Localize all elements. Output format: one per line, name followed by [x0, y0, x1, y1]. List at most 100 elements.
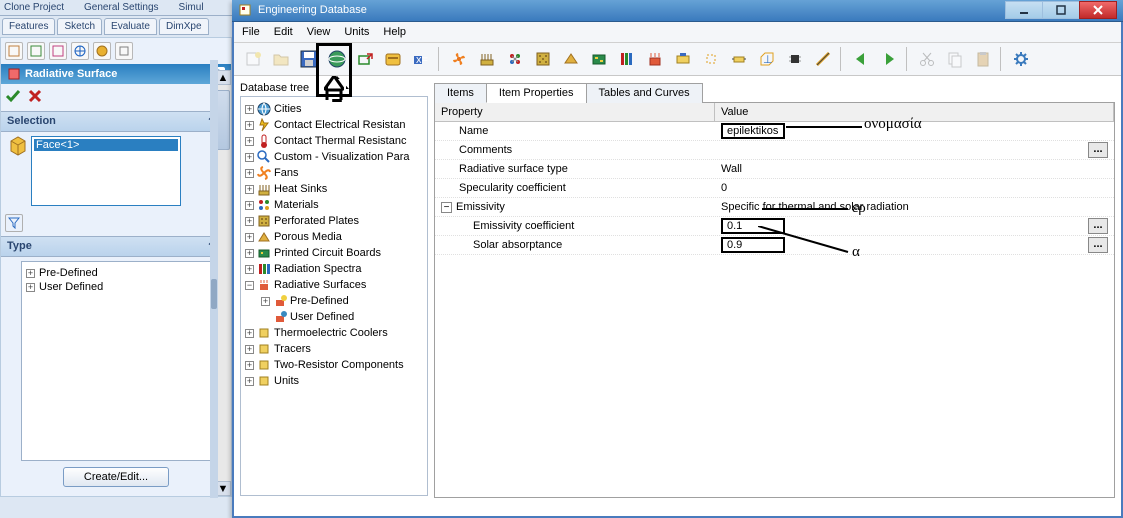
tree-item[interactable]: +Printed Circuit Boards [245, 245, 423, 261]
tree-item[interactable]: +Custom - Visualization Para [245, 149, 423, 165]
expand-icon[interactable]: + [245, 377, 254, 386]
expand-icon[interactable]: + [245, 265, 254, 274]
ribbon-general-settings[interactable]: General Settings [84, 2, 159, 13]
ribbon-clone-project[interactable]: Clone Project [4, 2, 64, 13]
new-folder-button[interactable] [268, 46, 294, 72]
menu-units[interactable]: Units [344, 26, 369, 38]
prop-value-input[interactable]: 0.1 [721, 218, 785, 234]
tree-item[interactable]: +Porous Media [245, 229, 423, 245]
tab-tables-curves[interactable]: Tables and Curves [586, 83, 703, 103]
expand-icon[interactable]: + [245, 105, 254, 114]
selected-face[interactable]: Face<1> [34, 139, 178, 151]
type-section-header[interactable]: Type ⌃⌃ [1, 236, 231, 257]
more-button[interactable]: ... [1088, 142, 1108, 158]
tree-item[interactable]: +Contact Thermal Resistanc [245, 133, 423, 149]
units-button[interactable]: ⊥ [754, 46, 780, 72]
tab-items[interactable]: Items [434, 83, 487, 103]
import-button[interactable] [380, 46, 406, 72]
collapse-icon[interactable]: − [441, 202, 452, 213]
filter-icon[interactable] [5, 214, 23, 232]
export-button[interactable] [352, 46, 378, 72]
cancel-button[interactable] [27, 88, 43, 107]
property-row[interactable]: Specularity coefficient0 [435, 179, 1114, 198]
expand-icon[interactable]: + [245, 233, 254, 242]
settings-button[interactable] [1008, 46, 1034, 72]
prop-value[interactable]: Wall [721, 163, 742, 175]
tree-icon-5[interactable] [93, 42, 111, 60]
expand-icon[interactable]: + [26, 269, 35, 278]
tree-icon-2[interactable] [27, 42, 45, 60]
more-button[interactable]: ... [1088, 218, 1108, 234]
tree-item[interactable]: +Cities [245, 101, 423, 117]
new-item-button[interactable] [240, 46, 266, 72]
two-resistor-button[interactable] [726, 46, 752, 72]
maximize-button[interactable] [1042, 1, 1080, 19]
porous-button[interactable] [558, 46, 584, 72]
perforated-button[interactable] [530, 46, 556, 72]
expand-icon[interactable]: + [245, 217, 254, 226]
vertical-splitter[interactable] [210, 60, 218, 498]
database-tree[interactable]: +Cities+Contact Electrical Resistan+Cont… [240, 96, 428, 496]
tree-item[interactable]: +Heat Sinks [245, 181, 423, 197]
pcb-button[interactable] [586, 46, 612, 72]
tree-icon-6[interactable] [115, 42, 133, 60]
globe-button[interactable] [324, 46, 350, 72]
tab-dimxpert[interactable]: DimXpe [159, 18, 209, 35]
back-button[interactable] [848, 46, 874, 72]
tracers-button[interactable] [698, 46, 724, 72]
expand-icon[interactable]: + [245, 153, 254, 162]
menu-view[interactable]: View [307, 26, 331, 38]
close-button[interactable] [1079, 1, 1117, 19]
tree-item[interactable]: +Fans [245, 165, 423, 181]
prop-value-input[interactable]: 0.9 [721, 237, 785, 253]
radiation-spectra-button[interactable] [614, 46, 640, 72]
splitter-handle[interactable] [211, 279, 217, 309]
copy-button[interactable] [942, 46, 968, 72]
paste-button[interactable] [970, 46, 996, 72]
tree-predefined[interactable]: + Pre-Defined [245, 293, 423, 309]
prop-value[interactable]: Specific for thermal and solar radiation [721, 201, 909, 213]
materials-button[interactable] [502, 46, 528, 72]
property-row[interactable]: Radiative surface typeWall [435, 160, 1114, 179]
tree-userdefined[interactable]: User Defined [245, 309, 423, 325]
heatsink-button[interactable] [474, 46, 500, 72]
tab-item-properties[interactable]: Item Properties [486, 83, 587, 103]
cut-button[interactable] [914, 46, 940, 72]
tree-item[interactable]: +Materials [245, 197, 423, 213]
tab-sketch[interactable]: Sketch [57, 18, 102, 35]
tab-features[interactable]: Features [2, 18, 55, 35]
expand-icon[interactable]: + [245, 249, 254, 258]
fan-button[interactable] [446, 46, 472, 72]
expand-icon[interactable]: + [245, 201, 254, 210]
tree-item[interactable]: +Units [245, 373, 423, 389]
expand-icon[interactable]: + [245, 121, 254, 130]
prop-value-input[interactable]: epilektikos [721, 123, 785, 139]
expand-icon[interactable]: + [245, 329, 254, 338]
expand-icon[interactable]: + [261, 297, 270, 306]
menu-file[interactable]: File [242, 26, 260, 38]
forward-button[interactable] [876, 46, 902, 72]
chip-button[interactable] [782, 46, 808, 72]
scroll-thumb[interactable] [216, 90, 230, 150]
menu-edit[interactable]: Edit [274, 26, 293, 38]
tree-icon-4[interactable] [71, 42, 89, 60]
expand-icon[interactable]: + [245, 169, 254, 178]
type-userdefined[interactable]: +User Defined [26, 280, 206, 294]
ok-button[interactable] [5, 88, 21, 107]
window-title-bar[interactable]: Engineering Database [232, 0, 1123, 22]
tree-icon-1[interactable] [5, 42, 23, 60]
expand-icon[interactable]: + [245, 185, 254, 194]
ribbon-simulation[interactable]: Simul [179, 2, 204, 13]
tree-item[interactable]: +Perforated Plates [245, 213, 423, 229]
property-row[interactable]: Solar absorptance0.9... [435, 236, 1114, 255]
type-predefined[interactable]: +Pre-Defined [26, 266, 206, 280]
tree-radiative-surfaces[interactable]: − Radiative Surfaces [245, 277, 423, 293]
tree-item[interactable]: +Contact Electrical Resistan [245, 117, 423, 133]
xvar-button[interactable]: x= [408, 46, 434, 72]
prop-value[interactable]: 0 [721, 182, 727, 194]
tree-item[interactable]: +Radiation Spectra [245, 261, 423, 277]
expand-icon[interactable]: + [245, 137, 254, 146]
more-button[interactable]: ... [1088, 237, 1108, 253]
menu-help[interactable]: Help [383, 26, 406, 38]
property-row[interactable]: Emissivity coefficient0.1... [435, 217, 1114, 236]
